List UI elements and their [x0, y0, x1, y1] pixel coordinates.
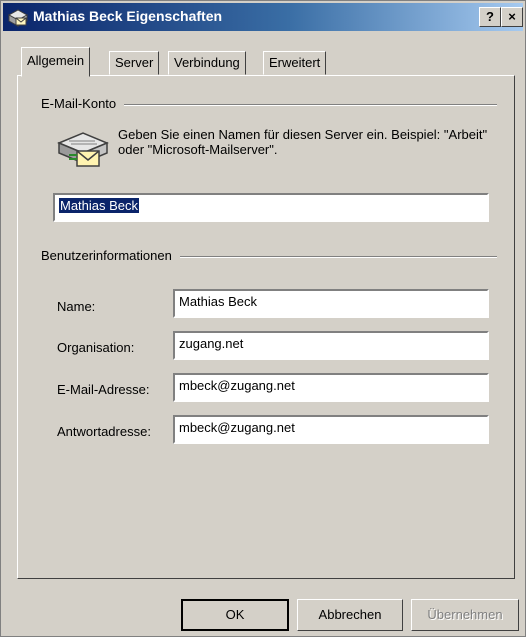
button-label: Abbrechen	[318, 607, 382, 622]
email-input[interactable]: mbeck@zugang.net	[173, 373, 489, 402]
tab-label: Erweitert	[269, 55, 321, 70]
name-label: Name:	[57, 299, 95, 314]
tab-label: Verbindung	[174, 55, 240, 70]
organisation-value: zugang.net	[179, 336, 244, 351]
button-label: OK	[225, 607, 245, 622]
organisation-input[interactable]: zugang.net	[173, 331, 489, 360]
name-input[interactable]: Mathias Beck	[173, 289, 489, 318]
name-value: Mathias Beck	[179, 294, 258, 309]
tab-label: Server	[115, 55, 154, 70]
help-button[interactable]: ?	[479, 7, 501, 27]
tab-allgemein[interactable]: Allgemein	[21, 47, 91, 77]
organisation-label: Organisation:	[57, 340, 134, 355]
tab-server[interactable]: Server	[109, 51, 160, 75]
mail-account-description: Geben Sie einen Namen für diesen Server …	[118, 127, 488, 157]
tab-erweitert[interactable]: Erweitert	[263, 51, 327, 75]
email-label: E-Mail-Adresse:	[57, 382, 149, 397]
field-label: Name:	[57, 299, 96, 314]
close-button[interactable]: ×	[501, 7, 523, 27]
mail-account-icon	[7, 9, 29, 27]
field-label: E-Mail-Adresse:	[57, 382, 150, 397]
properties-dialog: Mathias Beck Eigenschaften ? × Allgemein…	[0, 0, 526, 637]
reply-address-input[interactable]: mbeck@zugang.net	[173, 415, 489, 444]
tab-label: Allgemein	[27, 53, 85, 68]
field-label: Organisation:	[57, 340, 135, 355]
account-name-value: Mathias Beck	[59, 198, 140, 213]
tab-verbindung[interactable]: Verbindung	[168, 51, 246, 75]
title-bar[interactable]: Mathias Beck Eigenschaften ? ×	[3, 3, 523, 31]
apply-button[interactable]: Übernehmen	[411, 599, 519, 631]
email-value: mbeck@zugang.net	[179, 378, 295, 393]
reply-address-value: mbeck@zugang.net	[179, 420, 295, 435]
button-label: Übernehmen	[427, 607, 503, 622]
window-title: Mathias Beck Eigenschaften	[33, 8, 223, 24]
reply-address-label: Antwortadresse:	[57, 424, 151, 439]
mail-account-group-label: E-Mail-Konto	[41, 96, 125, 111]
account-name-input[interactable]: Mathias Beck	[53, 193, 489, 222]
mail-server-icon	[57, 132, 109, 167]
field-label: Antwortadresse:	[57, 424, 151, 439]
cancel-button[interactable]: Abbrechen	[297, 599, 403, 631]
user-info-group-label: Benutzerinformationen	[41, 248, 180, 263]
ok-button[interactable]: OK	[181, 599, 289, 631]
